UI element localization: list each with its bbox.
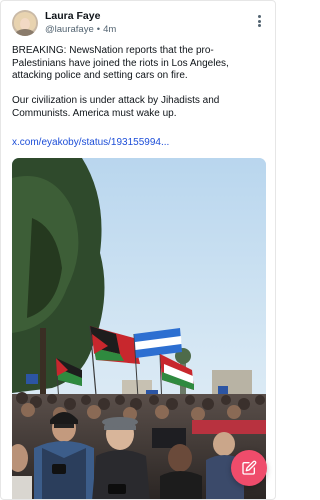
compose-pencil-icon [242,460,257,475]
post-body: BREAKING: NewsNation reports that the pr… [12,45,266,120]
author-name[interactable]: Laura Faye [45,10,100,22]
more-options-icon[interactable] [254,13,264,29]
post-time: 4m [103,24,117,35]
post-meta: @laurafaye • 4m [45,24,116,35]
post-card: Laura Faye @laurafaye • 4m BREAKING: NewsN… [0,0,276,500]
post-media-image[interactable] [12,158,266,499]
post-paragraph: BREAKING: NewsNation reports that the pr… [12,45,229,81]
post-link[interactable]: x.com/eyakoby/status/193155994... [12,137,169,148]
author-handle[interactable]: @laurafaye [45,24,94,35]
post-paragraph: Our civilization is under attack by Jiha… [12,95,220,119]
post-header: Laura Faye @laurafaye • 4m [12,10,267,38]
compose-button[interactable] [231,450,267,486]
avatar[interactable] [12,10,38,36]
meta-separator: • [96,24,101,35]
